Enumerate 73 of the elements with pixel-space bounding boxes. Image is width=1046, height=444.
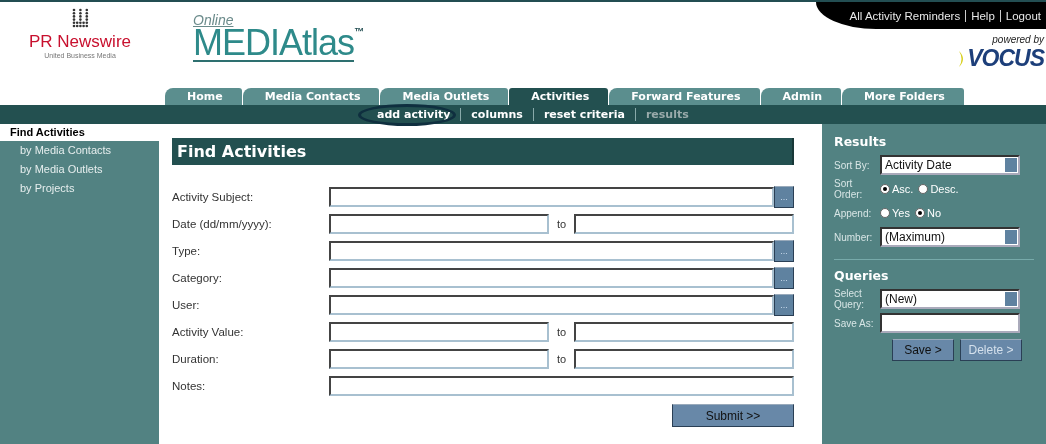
input-field[interactable] xyxy=(574,214,794,234)
nav-tab[interactable]: Home xyxy=(165,88,242,105)
top-link[interactable]: Logout xyxy=(999,9,1046,22)
powered-by-label: powered by xyxy=(992,34,1044,45)
range-label: to xyxy=(555,326,568,338)
radio-label: Asc. xyxy=(892,183,914,195)
section-header: Find Activities xyxy=(172,138,794,165)
field-label: Save As: xyxy=(834,317,875,329)
radio-label: Desc. xyxy=(930,183,959,195)
radio-button[interactable] xyxy=(880,184,890,194)
nav-tab[interactable]: Activities xyxy=(509,88,609,105)
sidebar-title[interactable]: Find Activities xyxy=(0,124,159,141)
radio-button[interactable] xyxy=(914,208,925,218)
input-field[interactable] xyxy=(329,187,774,207)
radio-label: No xyxy=(926,207,941,219)
subnav-link[interactable]: add activity xyxy=(367,108,461,121)
dropdown[interactable]: (New) xyxy=(880,289,1020,309)
field-label: Date (dd/mm/yyyy): xyxy=(172,218,273,230)
field-label: Sort By: xyxy=(834,159,871,171)
subnav-link[interactable]: columns xyxy=(460,108,533,121)
lookup-button[interactable]: ... xyxy=(774,186,794,208)
radio-button[interactable] xyxy=(918,184,929,194)
range-label: to xyxy=(555,218,568,230)
input-field[interactable] xyxy=(329,376,794,396)
input-field[interactable] xyxy=(880,313,1020,333)
field-label: Category: xyxy=(172,272,223,284)
dropdown[interactable]: Activity Date xyxy=(880,155,1020,175)
top-link[interactable]: All Activity Reminders xyxy=(844,9,966,22)
submit-button[interactable]: Submit >> xyxy=(672,404,794,427)
lookup-button[interactable]: ... xyxy=(774,267,794,289)
product-logo: MEDIAtlas xyxy=(193,26,355,62)
radio-label: Yes xyxy=(892,207,910,219)
input-field[interactable] xyxy=(329,268,774,288)
lookup-button[interactable]: ... xyxy=(774,294,794,316)
field-label: Notes: xyxy=(172,380,207,392)
field-label: Type: xyxy=(172,245,202,257)
trademark: ™ xyxy=(354,26,365,37)
radio-button[interactable] xyxy=(880,208,890,218)
nav-tab[interactable]: Media Contacts xyxy=(242,88,380,105)
field-label: Duration: xyxy=(172,353,220,365)
field-label: Activity Value: xyxy=(172,326,245,338)
input-field[interactable] xyxy=(574,349,794,369)
save-button[interactable]: Save > xyxy=(892,339,954,361)
partner-logo: VOCUS xyxy=(967,45,1044,72)
field-label: User: xyxy=(172,299,201,311)
range-label: to xyxy=(555,353,568,365)
input-field[interactable] xyxy=(574,322,794,342)
top-link[interactable]: Help xyxy=(965,9,1000,22)
logo-text: PR Newswire xyxy=(29,32,131,52)
nav-tab[interactable]: Media Outlets xyxy=(380,88,509,105)
input-field[interactable] xyxy=(329,241,774,261)
globe-logo-icon xyxy=(71,8,89,28)
nav-tab[interactable]: More Folders xyxy=(842,88,964,105)
input-field[interactable] xyxy=(329,295,774,315)
panel-heading: Results xyxy=(834,134,888,149)
subnav-link[interactable]: reset criteria xyxy=(532,108,635,121)
field-label: Select Query: xyxy=(834,288,865,310)
panel-heading: Queries xyxy=(834,268,890,283)
field-label: Append: xyxy=(834,207,873,219)
nav-tab[interactable]: Admin xyxy=(760,88,841,105)
sidebar-item[interactable]: by Media Outlets xyxy=(0,160,159,179)
field-label: Activity Subject: xyxy=(172,191,255,203)
sidebar-item[interactable]: by Projects xyxy=(0,179,159,198)
logo-prefix: Online xyxy=(193,14,235,26)
field-label: Sort Order: xyxy=(834,178,864,200)
nav-tab[interactable]: Forward Features xyxy=(609,88,760,105)
input-field[interactable] xyxy=(329,214,549,234)
sidebar-item[interactable]: by Media Contacts xyxy=(0,141,159,160)
lookup-button[interactable]: ... xyxy=(774,240,794,262)
input-field[interactable] xyxy=(329,322,549,342)
input-field[interactable] xyxy=(329,349,549,369)
field-label: Number: xyxy=(834,231,874,243)
dropdown[interactable]: (Maximum) xyxy=(880,227,1020,247)
